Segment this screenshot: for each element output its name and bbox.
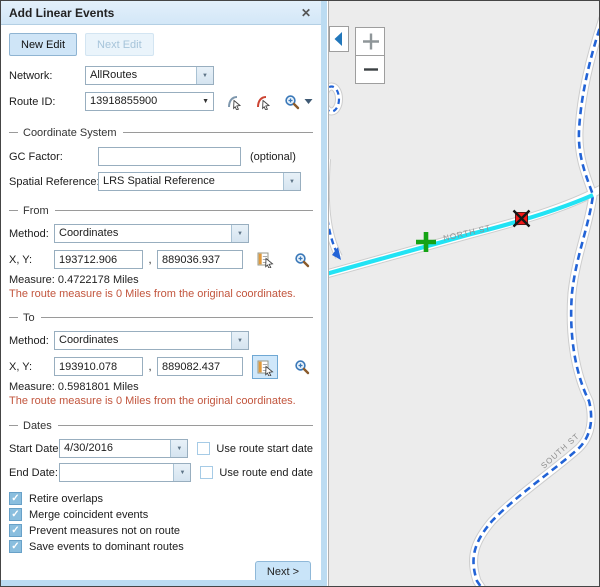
network-dropdown-button[interactable]: ▼ — [196, 67, 213, 84]
prevent-measures-label: Prevent measures not on route — [29, 525, 180, 537]
gc-factor-label: GC Factor: — [9, 151, 98, 163]
map-view[interactable]: NORTH ST SOUTH ST — [328, 1, 600, 586]
spatial-reference-dropdown[interactable]: LRS Spatial Reference ▼ — [98, 172, 301, 191]
to-method-label: Method: — [9, 335, 54, 347]
map-background — [329, 1, 600, 586]
chevron-down-icon: ▼ — [289, 179, 295, 185]
panel-titlebar: Add Linear Events ✕ — [1, 1, 321, 25]
merge-coincident-events-checkbox[interactable]: ✓ — [9, 508, 22, 521]
zoom-options-chevron-icon[interactable] — [304, 98, 313, 105]
panel-bottom-border — [1, 580, 321, 586]
use-route-end-date-label: Use route end date — [219, 467, 313, 479]
zoom-to-from-point-icon[interactable] — [294, 252, 310, 268]
from-method-dropdown[interactable]: Coordinates ▼ — [54, 224, 249, 243]
to-measure-text: Measure: 0.5981801 Miles — [9, 381, 313, 393]
to-method-dropdown-button[interactable]: ▼ — [231, 332, 248, 349]
chevron-down-icon: ▼ — [237, 338, 243, 344]
map-canvas[interactable]: NORTH ST SOUTH ST — [329, 1, 600, 586]
network-dropdown[interactable]: AllRoutes ▼ — [85, 66, 214, 85]
select-route-feature-icon[interactable] — [255, 94, 271, 110]
prevent-measures-checkbox[interactable]: ✓ — [9, 524, 22, 537]
end-date-dropdown[interactable]: ▼ — [59, 463, 191, 482]
gc-factor-hint: (optional) — [250, 151, 296, 163]
collapse-panel-button[interactable] — [330, 27, 349, 52]
pick-from-coordinates-icon[interactable] — [257, 251, 274, 268]
use-route-end-date-checkbox[interactable] — [200, 466, 213, 479]
route-id-value: 13918855900 — [86, 93, 202, 110]
add-linear-events-panel: Add Linear Events ✕ New Edit Next Edit N… — [1, 1, 321, 586]
pick-to-coordinates-icon-active[interactable] — [252, 355, 278, 379]
zoom-to-to-point-icon[interactable] — [294, 359, 310, 375]
use-route-start-date-label: Use route start date — [216, 443, 313, 455]
from-legend: From — [23, 205, 49, 217]
start-date-dropdown[interactable]: 4/30/2016 ▼ — [59, 439, 188, 458]
chevron-down-icon[interactable]: ▼ — [202, 98, 209, 105]
route-id-combo[interactable]: 13918855900 ▼ — [85, 92, 214, 111]
from-x-input[interactable] — [54, 250, 143, 269]
new-edit-button[interactable]: New Edit — [9, 33, 77, 56]
check-icon: ✓ — [11, 493, 19, 504]
chevron-down-icon: ▼ — [176, 446, 182, 452]
close-icon[interactable]: ✕ — [299, 6, 313, 20]
dates-legend: Dates — [23, 420, 52, 432]
spatial-reference-label: Spatial Reference: — [9, 176, 98, 188]
chevron-down-icon: ▼ — [237, 231, 243, 237]
coordinate-system-legend: Coordinate System — [23, 127, 117, 139]
to-method-dropdown[interactable]: Coordinates ▼ — [54, 331, 249, 350]
next-edit-button[interactable]: Next Edit — [85, 33, 154, 56]
zoom-control[interactable] — [356, 28, 385, 84]
spatial-reference-value: LRS Spatial Reference — [99, 173, 283, 190]
retire-overlaps-label: Retire overlaps — [29, 493, 103, 505]
from-method-value: Coordinates — [55, 225, 231, 242]
from-xy-label: X, Y: — [9, 254, 54, 266]
to-legend: To — [23, 312, 35, 324]
network-value: AllRoutes — [86, 67, 196, 84]
chevron-down-icon: ▼ — [202, 73, 208, 79]
check-icon: ✓ — [11, 509, 19, 520]
check-icon: ✓ — [11, 541, 19, 552]
from-method-dropdown-button[interactable]: ▼ — [231, 225, 248, 242]
app-window: Add Linear Events ✕ New Edit Next Edit N… — [0, 0, 600, 587]
end-date-label: End Date: — [9, 467, 59, 479]
save-events-dominant-label: Save events to dominant routes — [29, 541, 184, 553]
from-measure-warning: The route measure is 0 Miles from the or… — [9, 288, 313, 300]
retire-overlaps-checkbox[interactable]: ✓ — [9, 492, 22, 505]
chevron-down-icon: ▼ — [179, 470, 185, 476]
xy-separator: , — [143, 361, 157, 373]
end-date-value — [60, 464, 173, 481]
panel-content: New Edit Next Edit Network: AllRoutes ▼ … — [1, 33, 321, 582]
merge-coincident-events-label: Merge coincident events — [29, 509, 148, 521]
start-date-value: 4/30/2016 — [60, 440, 170, 457]
select-route-on-map-icon[interactable] — [226, 94, 242, 110]
start-date-dropdown-button[interactable]: ▼ — [170, 440, 187, 457]
from-measure-text: Measure: 0.4722178 Miles — [9, 274, 313, 286]
from-y-input[interactable] — [157, 250, 243, 269]
to-method-value: Coordinates — [55, 332, 231, 349]
use-route-start-date-checkbox[interactable] — [197, 442, 210, 455]
from-method-label: Method: — [9, 228, 54, 240]
end-date-dropdown-button[interactable]: ▼ — [173, 464, 190, 481]
to-y-input[interactable] — [157, 357, 243, 376]
save-events-dominant-checkbox[interactable]: ✓ — [9, 540, 22, 553]
panel-title: Add Linear Events — [9, 6, 299, 20]
gc-factor-input[interactable] — [98, 147, 241, 166]
zoom-to-route-icon[interactable] — [284, 94, 300, 110]
to-xy-label: X, Y: — [9, 361, 54, 373]
to-measure-warning: The route measure is 0 Miles from the or… — [9, 395, 313, 407]
network-label: Network: — [9, 70, 85, 82]
to-x-input[interactable] — [54, 357, 143, 376]
check-icon: ✓ — [11, 525, 19, 536]
route-id-label: Route ID: — [9, 96, 85, 108]
to-point-marker[interactable] — [514, 211, 530, 227]
xy-separator: , — [143, 254, 157, 266]
spatial-reference-dropdown-button[interactable]: ▼ — [283, 173, 300, 190]
start-date-label: Start Date: — [9, 443, 59, 455]
panel-splitter[interactable] — [321, 1, 327, 586]
next-button[interactable]: Next > — [255, 561, 311, 582]
